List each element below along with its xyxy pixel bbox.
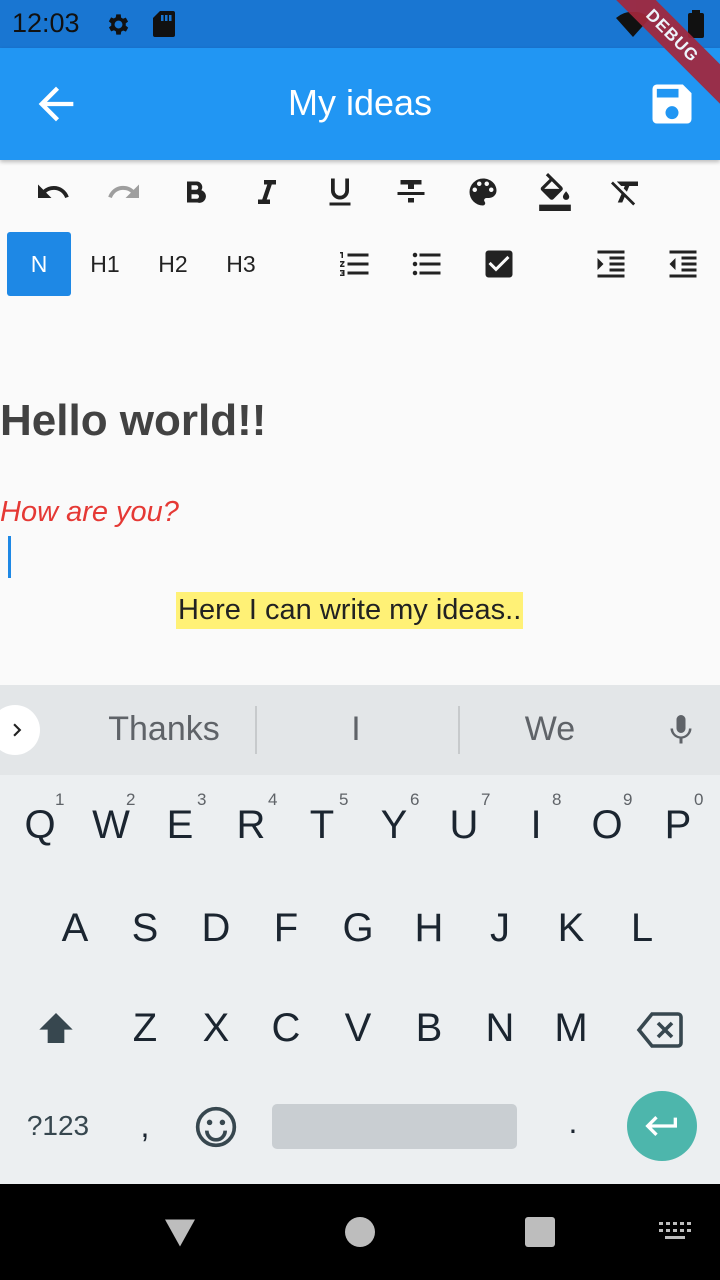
keyboard-switch-button[interactable] xyxy=(659,1222,691,1247)
key-j[interactable]: J xyxy=(470,906,530,951)
editor-heading-text[interactable]: Hello world!! xyxy=(0,396,266,446)
bullet-list-button[interactable] xyxy=(403,240,451,288)
heading-h1-button[interactable]: H1 xyxy=(80,232,130,296)
indent-decrease-icon xyxy=(669,250,697,278)
redo-icon xyxy=(108,184,139,198)
settings-icon xyxy=(105,11,132,43)
key-x[interactable]: X xyxy=(186,1006,246,1051)
suggestion-1[interactable]: Thanks xyxy=(84,710,244,749)
text-color-button[interactable] xyxy=(459,168,507,216)
key-g[interactable]: G xyxy=(328,906,388,951)
backspace-key[interactable] xyxy=(636,1008,684,1057)
clear-format-button[interactable] xyxy=(602,168,650,216)
status-bar: 12:03 xyxy=(0,0,720,48)
key-hint: 1 xyxy=(55,790,65,809)
key-hint: 5 xyxy=(339,790,349,809)
editor-highlighted-text[interactable]: Here I can write my ideas.. xyxy=(176,592,524,629)
nav-back-button[interactable] xyxy=(162,1215,198,1256)
bold-icon xyxy=(187,181,206,203)
key-s[interactable]: S xyxy=(115,906,175,951)
text-color-icon xyxy=(469,178,497,206)
app-bar: My ideas xyxy=(0,48,720,160)
microphone-button[interactable] xyxy=(663,710,699,755)
clear-format-icon xyxy=(611,181,638,206)
chevron-right-icon xyxy=(13,723,22,737)
undo-button[interactable] xyxy=(29,168,77,216)
text-cursor xyxy=(8,536,11,578)
keyboard-icon xyxy=(659,1222,691,1239)
underline-button[interactable] xyxy=(316,168,364,216)
numbered-list-button[interactable] xyxy=(331,240,379,288)
background-color-icon xyxy=(539,173,571,211)
strikethrough-icon xyxy=(397,180,425,203)
key-z[interactable]: Z xyxy=(115,1006,175,1051)
key-a[interactable]: A xyxy=(45,906,105,951)
background-color-button[interactable] xyxy=(531,168,579,216)
suggestion-divider xyxy=(458,706,460,754)
screen: { "status_bar": {"time": "12:03", "debug… xyxy=(0,0,720,1280)
sd-card-icon xyxy=(152,10,176,43)
key-h[interactable]: H xyxy=(399,906,459,951)
period-key[interactable]: . xyxy=(543,1104,603,1141)
heading-normal-button[interactable]: N xyxy=(7,232,71,296)
save-icon xyxy=(652,84,692,124)
microphone-icon xyxy=(670,715,692,744)
italic-icon xyxy=(258,180,276,204)
key-hint: 7 xyxy=(481,790,491,809)
heading-h3-button[interactable]: H3 xyxy=(216,232,266,296)
key-d[interactable]: D xyxy=(186,906,246,951)
key-l[interactable]: L xyxy=(612,906,672,951)
checkbox-button[interactable] xyxy=(475,240,523,288)
key-hint: 9 xyxy=(623,790,633,809)
numbered-list-icon xyxy=(340,252,369,276)
key-c[interactable]: C xyxy=(256,1006,316,1051)
key-m[interactable]: M xyxy=(541,1006,601,1051)
key-b[interactable]: B xyxy=(399,1006,459,1051)
nav-home-button[interactable] xyxy=(345,1217,375,1247)
enter-key[interactable] xyxy=(627,1091,697,1161)
emoji-icon xyxy=(195,1106,237,1148)
key-f[interactable]: F xyxy=(256,906,316,951)
indent-increase-icon xyxy=(597,250,625,278)
key-n[interactable]: N xyxy=(470,1006,530,1051)
key-hint: 3 xyxy=(197,790,207,809)
key-hint: 0 xyxy=(694,790,704,809)
key-hint: 4 xyxy=(268,790,278,809)
editor-italic-text[interactable]: How are you? xyxy=(0,496,179,529)
suggestion-divider xyxy=(255,706,257,754)
key-hint: 6 xyxy=(410,790,420,809)
redo-button[interactable] xyxy=(100,168,148,216)
key-hint: 2 xyxy=(126,790,136,809)
suggestion-2[interactable]: I xyxy=(276,710,436,749)
page-title: My ideas xyxy=(287,82,433,123)
strikethrough-button[interactable] xyxy=(387,168,435,216)
key-hint: 8 xyxy=(552,790,562,809)
symbols-key[interactable]: ?123 xyxy=(18,1110,98,1142)
comma-key[interactable]: , xyxy=(115,1108,175,1145)
checkbox-icon xyxy=(485,250,513,278)
heading-h2-button[interactable]: H2 xyxy=(148,232,198,296)
indent-increase-button[interactable] xyxy=(587,240,635,288)
indent-decrease-button[interactable] xyxy=(659,240,707,288)
enter-icon xyxy=(645,1116,677,1136)
bold-button[interactable] xyxy=(172,168,220,216)
status-time: 12:03 xyxy=(12,8,80,38)
backspace-icon xyxy=(636,1012,683,1048)
nav-recents-button[interactable] xyxy=(525,1217,555,1247)
key-v[interactable]: V xyxy=(328,1006,388,1051)
save-button[interactable] xyxy=(646,78,698,130)
underline-icon xyxy=(329,178,351,206)
shift-icon xyxy=(39,1013,73,1043)
italic-button[interactable] xyxy=(243,168,291,216)
space-key[interactable] xyxy=(272,1104,517,1149)
suggestion-3[interactable]: We xyxy=(470,710,630,749)
triangle-back-icon xyxy=(165,1219,195,1247)
shift-key[interactable] xyxy=(36,1008,76,1053)
undo-icon xyxy=(38,184,69,198)
emoji-key[interactable] xyxy=(194,1105,238,1154)
bullet-list-icon xyxy=(412,252,441,276)
key-k[interactable]: K xyxy=(541,906,601,951)
